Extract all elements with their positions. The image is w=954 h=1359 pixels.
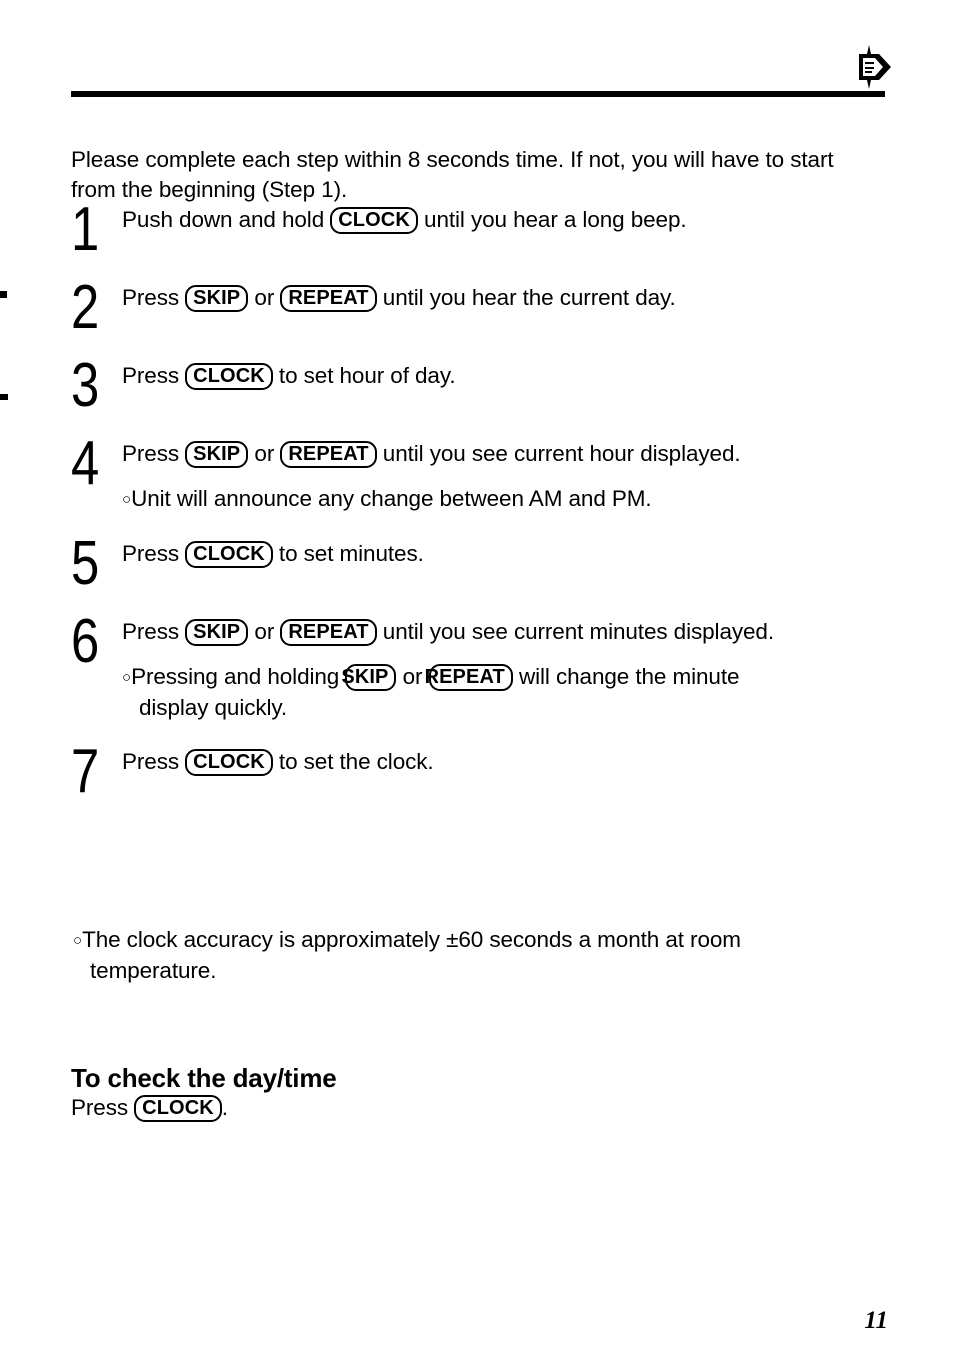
step-number: 4 — [71, 429, 99, 498]
step-note-text: Unit will announce any change between AM… — [131, 486, 652, 511]
step-text-post: to set minutes. — [272, 541, 424, 566]
step-body: Press CLOCK to set minutes. — [122, 537, 901, 569]
section-instruction: Press CLOCK. — [71, 1093, 228, 1123]
key-chip-repeat[interactable]: REPEAT — [280, 619, 377, 646]
key-chip-clock[interactable]: CLOCK — [134, 1095, 222, 1122]
step-note-post: will change the minute — [512, 664, 740, 689]
step-text-post: until you hear the current day. — [376, 285, 676, 310]
step-text: Press CLOCK to set hour of day. — [122, 361, 901, 391]
step-text-mid: or — [248, 619, 281, 644]
step-text: Press CLOCK to set the clock. — [122, 747, 901, 777]
steps-list: 1 Push down and hold CLOCK until you hea… — [71, 199, 901, 823]
header-divider — [71, 91, 885, 97]
section-instruction-pre: Press — [71, 1095, 135, 1120]
step-text: Press SKIP or REPEAT until you see curre… — [122, 617, 901, 647]
scan-artifact — [0, 394, 8, 400]
step-note-continuation: display quickly. — [139, 695, 288, 720]
key-chip-skip[interactable]: SKIP — [185, 441, 249, 468]
step-body: Press SKIP or REPEAT until you hear the … — [122, 281, 901, 313]
step-text-post: until you hear a long beep. — [417, 207, 687, 232]
step-text: Press SKIP or REPEAT until you hear the … — [122, 283, 901, 313]
scan-artifact — [0, 291, 7, 298]
step-body: Push down and hold CLOCK until you hear … — [122, 203, 901, 235]
step-note: ○Pressing and holding SKIP or REPEAT wil… — [122, 662, 901, 723]
step-number: 2 — [71, 273, 99, 342]
intro-paragraph: Please complete each step within 8 secon… — [71, 146, 834, 202]
step-item: 5 Press CLOCK to set minutes. — [71, 533, 901, 595]
step-number: 6 — [71, 607, 99, 676]
step-text-pre: Push down and hold — [122, 207, 331, 232]
section-instruction-post: . — [221, 1095, 228, 1120]
step-item: 4 Press SKIP or REPEAT until you see cur… — [71, 433, 901, 515]
key-chip-clock[interactable]: CLOCK — [185, 749, 273, 776]
step-number: 1 — [71, 195, 99, 264]
key-chip-clock[interactable]: CLOCK — [185, 541, 273, 568]
hollow-circle-bullet-icon: ○ — [122, 669, 132, 686]
hollow-circle-bullet-icon: ○ — [122, 491, 132, 508]
section-heading: To check the day/time — [71, 1062, 337, 1093]
key-chip-clock[interactable]: CLOCK — [185, 363, 273, 390]
step-item: 6 Press SKIP or REPEAT until you see cur… — [71, 611, 901, 723]
step-text-pre: Press — [122, 285, 186, 310]
key-chip-clock[interactable]: CLOCK — [330, 207, 418, 234]
step-number: 5 — [71, 529, 99, 598]
step-item: 1 Push down and hold CLOCK until you hea… — [71, 199, 901, 261]
step-text-post: until you see current minutes displayed. — [376, 619, 774, 644]
step-text: Push down and hold CLOCK until you hear … — [122, 205, 901, 235]
accuracy-note-text: The clock accuracy is approximately ±60 … — [82, 927, 741, 952]
key-chip-skip[interactable]: SKIP — [341, 664, 397, 691]
step-text-post: to set hour of day. — [272, 363, 456, 388]
step-text-post: until you see current hour displayed. — [376, 441, 741, 466]
step-item: 7 Press CLOCK to set the clock. — [71, 741, 901, 803]
key-chip-repeat[interactable]: REPEAT — [280, 285, 377, 312]
step-body: Press SKIP or REPEAT until you see curre… — [122, 437, 901, 515]
step-text: Press SKIP or REPEAT until you see curre… — [122, 439, 901, 469]
step-body: Press CLOCK to set the clock. — [122, 745, 901, 777]
step-note: ○Unit will announce any change between A… — [122, 484, 901, 515]
manual-page: Please complete each step within 8 secon… — [0, 0, 954, 1359]
step-text-pre: Press — [122, 749, 186, 774]
step-text-mid: or — [248, 441, 281, 466]
accuracy-note: ○The clock accuracy is approximately ±60… — [73, 925, 885, 986]
step-text-pre: Press — [122, 363, 186, 388]
step-item: 3 Press CLOCK to set hour of day. — [71, 355, 901, 417]
key-chip-repeat[interactable]: REPEAT — [425, 664, 513, 691]
step-text-pre: Press — [122, 441, 186, 466]
step-text: Press CLOCK to set minutes. — [122, 539, 901, 569]
step-text-pre: Press — [122, 619, 186, 644]
page-number: 11 — [864, 1307, 888, 1334]
step-note-pre: Pressing and holding — [131, 664, 346, 689]
step-item: 2 Press SKIP or REPEAT until you hear th… — [71, 277, 901, 339]
step-number: 7 — [71, 737, 99, 806]
pointing-hand-icon — [849, 44, 893, 90]
step-text-post: to set the clock. — [272, 749, 434, 774]
step-text-pre: Press — [122, 541, 186, 566]
step-number: 3 — [71, 351, 99, 420]
step-text-mid: or — [248, 285, 281, 310]
step-body: Press SKIP or REPEAT until you see curre… — [122, 615, 901, 723]
key-chip-skip[interactable]: SKIP — [185, 285, 249, 312]
key-chip-skip[interactable]: SKIP — [185, 619, 249, 646]
step-body: Press CLOCK to set hour of day. — [122, 359, 901, 391]
key-chip-repeat[interactable]: REPEAT — [280, 441, 377, 468]
hollow-circle-bullet-icon: ○ — [73, 932, 83, 949]
accuracy-note-continuation: temperature. — [90, 958, 217, 983]
